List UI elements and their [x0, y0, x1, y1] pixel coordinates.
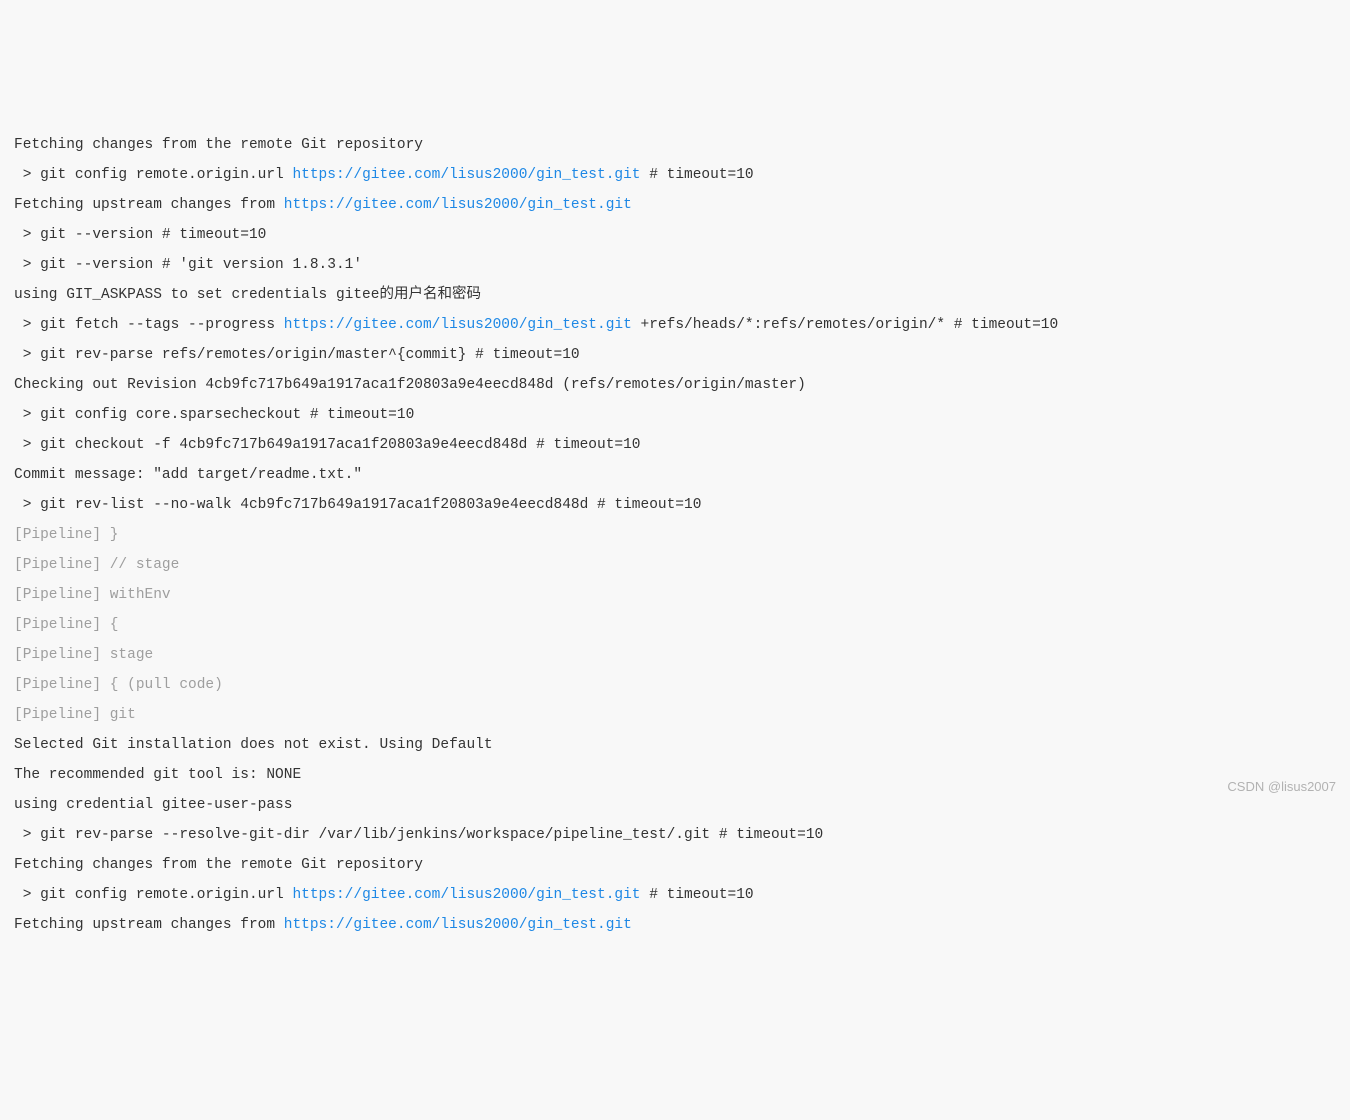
- console-line: [Pipeline] stage: [14, 640, 1336, 670]
- pipeline-marker: [Pipeline] withEnv: [14, 587, 171, 603]
- pipeline-marker: [Pipeline] // stage: [14, 557, 179, 573]
- console-line: > git --version # 'git version 1.8.3.1': [14, 250, 1336, 280]
- repo-link[interactable]: https://gitee.com/lisus2000/gin_test.git: [284, 317, 632, 333]
- console-line: > git checkout -f 4cb9fc717b649a1917aca1…: [14, 430, 1336, 460]
- console-text: > git rev-parse --resolve-git-dir /var/l…: [14, 827, 823, 843]
- console-line: > git rev-parse --resolve-git-dir /var/l…: [14, 820, 1336, 850]
- console-line: > git config remote.origin.url https://g…: [14, 160, 1336, 190]
- console-text: Fetching upstream changes from: [14, 197, 284, 213]
- pipeline-marker: [Pipeline] stage: [14, 647, 153, 663]
- console-text: > git fetch --tags --progress: [14, 317, 284, 333]
- console-line: using credential gitee-user-pass: [14, 790, 1336, 820]
- console-line: [Pipeline] {: [14, 610, 1336, 640]
- repo-link[interactable]: https://gitee.com/lisus2000/gin_test.git: [284, 917, 632, 933]
- console-text: Commit message: "add target/readme.txt.": [14, 467, 362, 483]
- pipeline-marker: [Pipeline] git: [14, 707, 136, 723]
- console-text: using credential gitee-user-pass: [14, 797, 292, 813]
- console-text: +refs/heads/*:refs/remotes/origin/* # ti…: [632, 317, 1058, 333]
- console-line: Fetching changes from the remote Git rep…: [14, 850, 1336, 880]
- console-text: Fetching changes from the remote Git rep…: [14, 137, 423, 153]
- console-line: [Pipeline] // stage: [14, 550, 1336, 580]
- console-line: The recommended git tool is: NONE: [14, 760, 1336, 790]
- console-text: # timeout=10: [641, 167, 754, 183]
- console-text: > git rev-list --no-walk 4cb9fc717b649a1…: [14, 497, 701, 513]
- console-text: > git config remote.origin.url: [14, 167, 292, 183]
- console-line: > git config remote.origin.url https://g…: [14, 880, 1336, 910]
- pipeline-marker: [Pipeline] { (pull code): [14, 677, 223, 693]
- repo-link[interactable]: https://gitee.com/lisus2000/gin_test.git: [292, 167, 640, 183]
- console-text: > git rev-parse refs/remotes/origin/mast…: [14, 347, 580, 363]
- console-text: Fetching changes from the remote Git rep…: [14, 857, 423, 873]
- console-text: > git checkout -f 4cb9fc717b649a1917aca1…: [14, 437, 641, 453]
- console-text: Selected Git installation does not exist…: [14, 737, 493, 753]
- console-text: # timeout=10: [641, 887, 754, 903]
- repo-link[interactable]: https://gitee.com/lisus2000/gin_test.git: [284, 197, 632, 213]
- console-output: Fetching changes from the remote Git rep…: [14, 130, 1336, 940]
- console-text: > git --version # timeout=10: [14, 227, 266, 243]
- console-text: The recommended git tool is: NONE: [14, 767, 301, 783]
- console-line: Commit message: "add target/readme.txt.": [14, 460, 1336, 490]
- console-line: Fetching upstream changes from https://g…: [14, 190, 1336, 220]
- console-line: Fetching changes from the remote Git rep…: [14, 130, 1336, 160]
- pipeline-marker: [Pipeline] {: [14, 617, 118, 633]
- console-line: Fetching upstream changes from https://g…: [14, 910, 1336, 940]
- console-text: using GIT_ASKPASS to set credentials git…: [14, 287, 481, 303]
- console-text: > git config core.sparsecheckout # timeo…: [14, 407, 414, 423]
- console-text: > git config remote.origin.url: [14, 887, 292, 903]
- console-text: > git --version # 'git version 1.8.3.1': [14, 257, 362, 273]
- console-line: [Pipeline] withEnv: [14, 580, 1336, 610]
- console-line: [Pipeline] git: [14, 700, 1336, 730]
- console-line: [Pipeline] { (pull code): [14, 670, 1336, 700]
- console-line: > git --version # timeout=10: [14, 220, 1336, 250]
- console-line: Checking out Revision 4cb9fc717b649a1917…: [14, 370, 1336, 400]
- console-line: > git rev-list --no-walk 4cb9fc717b649a1…: [14, 490, 1336, 520]
- console-line: > git fetch --tags --progress https://gi…: [14, 310, 1336, 340]
- console-line: [Pipeline] }: [14, 520, 1336, 550]
- repo-link[interactable]: https://gitee.com/lisus2000/gin_test.git: [292, 887, 640, 903]
- console-line: using GIT_ASKPASS to set credentials git…: [14, 280, 1336, 310]
- pipeline-marker: [Pipeline] }: [14, 527, 118, 543]
- console-text: Fetching upstream changes from: [14, 917, 284, 933]
- console-line: > git rev-parse refs/remotes/origin/mast…: [14, 340, 1336, 370]
- watermark: CSDN @lisus2007: [1227, 772, 1336, 802]
- console-line: > git config core.sparsecheckout # timeo…: [14, 400, 1336, 430]
- console-line: Selected Git installation does not exist…: [14, 730, 1336, 760]
- console-text: Checking out Revision 4cb9fc717b649a1917…: [14, 377, 806, 393]
